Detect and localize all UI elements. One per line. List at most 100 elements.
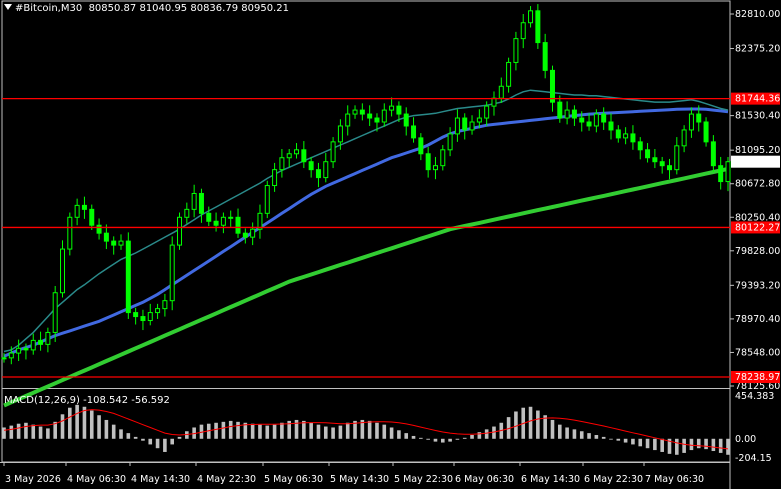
time-axis-label: 4 May 22:30	[197, 474, 256, 485]
candle-body	[213, 220, 219, 226]
macd-histogram-bar	[557, 424, 562, 439]
candle-body	[30, 339, 36, 351]
price-axis-label: 78970.40	[735, 314, 780, 325]
candle-body	[45, 331, 51, 345]
candle-body	[454, 117, 460, 135]
macd-histogram-bar	[97, 415, 101, 439]
candle-body	[637, 141, 643, 151]
time-axis-label: 5 May 22:30	[394, 474, 453, 485]
time-axis-label: 6 May 06:30	[455, 474, 514, 485]
macd-histogram-bar	[126, 433, 131, 439]
ohlc-values: 80850.87 81040.95 80836.79 80950.21	[88, 3, 289, 14]
macd-histogram-bar	[616, 438, 621, 441]
candle-body	[484, 105, 490, 119]
candle-body	[1, 357, 7, 360]
macd-histogram-bar	[631, 438, 635, 445]
macd-histogram-bar	[250, 423, 255, 439]
candle-body	[220, 216, 226, 226]
candle-body	[571, 109, 577, 119]
candle-body	[710, 141, 716, 167]
candle-body	[228, 216, 234, 219]
candle-body	[615, 129, 621, 139]
candle-body	[301, 149, 307, 163]
macd-histogram-bar	[433, 438, 438, 442]
macd-histogram-bar	[440, 438, 445, 443]
macd-histogram-bar	[170, 438, 175, 445]
candle-body	[725, 161, 731, 183]
candle-body	[469, 121, 475, 131]
macd-histogram-bar	[38, 426, 43, 439]
macd-histogram-bar	[155, 438, 160, 449]
candle-body	[403, 113, 409, 127]
candle-body	[23, 347, 29, 351]
candle-body	[81, 204, 87, 210]
candle-body	[177, 216, 183, 246]
chart-window[interactable]: 82810.00 82375.20 81530.40 81095.20 80672.80…	[0, 0, 781, 489]
candle-body	[498, 85, 504, 99]
macd-histogram-bar	[594, 435, 599, 439]
macd-histogram-bar	[397, 430, 401, 439]
candle-body	[666, 165, 672, 171]
price-axis-label: 78548.00	[735, 347, 780, 358]
macd-histogram-bar	[528, 406, 533, 439]
candle-body	[206, 212, 212, 222]
macd-histogram-bar	[536, 410, 540, 439]
collapse-triangle-icon[interactable]	[4, 4, 12, 10]
candle-body	[608, 121, 614, 131]
candle-body	[264, 185, 270, 214]
candle-body	[315, 169, 321, 179]
moving-average-fast	[3, 89, 729, 353]
macd-histogram-bar	[258, 424, 262, 439]
level-price-label: 81744.36	[735, 94, 780, 105]
macd-histogram-bar	[704, 438, 708, 450]
candle-body	[564, 109, 570, 119]
macd-histogram-bar	[623, 438, 628, 443]
macd-histogram-bar	[163, 438, 167, 452]
macd-histogram-bar	[543, 415, 547, 439]
candle-body	[279, 157, 285, 171]
price-axis-label: 81095.20	[735, 145, 780, 156]
candle-body	[118, 240, 124, 246]
macd-histogram-bar	[228, 420, 233, 439]
candle-body	[286, 153, 292, 159]
candle-body	[272, 169, 278, 187]
macd-histogram-bar	[579, 431, 584, 439]
macd-histogram-bar	[316, 424, 321, 439]
macd-histogram-bar	[696, 438, 701, 449]
macd-histogram-bar	[718, 438, 723, 453]
macd-histogram-bar	[419, 437, 423, 439]
candle-body	[330, 141, 336, 163]
candle-body	[52, 292, 58, 333]
chart-symbol-header: #Bitcoin,M30 80850.87 81040.95 80836.79 …	[4, 3, 289, 14]
macd-histogram-bar	[477, 432, 482, 439]
macd-histogram-bar	[382, 424, 387, 439]
candle-body	[425, 153, 431, 171]
macd-histogram-bar	[550, 419, 555, 439]
candle-body	[696, 113, 702, 123]
time-axis-label: 5 May 06:30	[264, 474, 323, 485]
time-axis-label: 4 May 06:30	[67, 474, 126, 485]
candle-body	[352, 109, 358, 115]
macd-histogram-bar	[711, 438, 716, 452]
candle-body	[528, 10, 534, 24]
macd-histogram-bar	[46, 428, 50, 439]
price-axis-label: 81530.40	[735, 111, 780, 122]
time-axis-label: 3 May 2026	[5, 474, 61, 485]
candle-body	[250, 228, 256, 238]
macd-histogram-bar	[689, 438, 694, 451]
price-axis-label: 82810.00	[735, 9, 780, 20]
macd-histogram-bar	[9, 425, 14, 439]
macd-histogram-bar	[309, 422, 313, 439]
candle-body	[623, 133, 629, 139]
candle-body	[674, 145, 680, 171]
candle-body	[630, 133, 636, 143]
candle-body	[593, 113, 599, 127]
chart-canvas[interactable]: 82810.00 82375.20 81530.40 81095.20 80672.80…	[0, 0, 781, 489]
candle-body	[381, 109, 387, 123]
candle-body	[191, 192, 197, 210]
macd-histogram-bar	[514, 411, 518, 439]
price-axis-label: 82375.20	[735, 44, 780, 55]
moving-average-mid	[3, 107, 729, 358]
macd-histogram-bar	[323, 426, 328, 439]
candle-body	[345, 113, 351, 127]
